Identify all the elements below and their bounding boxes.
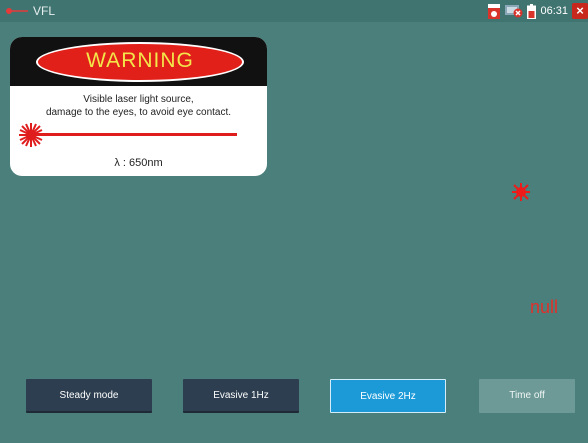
close-icon[interactable]: ×	[572, 3, 588, 19]
steady-mode-button[interactable]: Steady mode	[26, 379, 152, 413]
laser-burst-icon	[19, 123, 43, 147]
warning-line-2: damage to the eyes, to avoid eye contact…	[45, 107, 232, 118]
laser-pen-icon	[6, 8, 28, 14]
evasive-2hz-button[interactable]: Evasive 2Hz	[330, 379, 446, 413]
clock: 06:31	[540, 5, 568, 17]
warning-message: Visible laser light source, damage to th…	[10, 93, 267, 119]
wavelength-label: λ : 650nm	[114, 157, 163, 169]
time-off-button[interactable]: Time off	[479, 379, 575, 413]
evasive-1hz-button[interactable]: Evasive 1Hz	[183, 379, 299, 413]
vfl-screen: VFL 06:31 × WARNING Visible laser light …	[0, 0, 588, 443]
laser-warning-card: WARNING Visible laser light source, dama…	[10, 37, 267, 176]
network-error-icon	[505, 5, 523, 18]
app-title: VFL	[33, 4, 56, 18]
warning-line-1: Visible laser light source,	[83, 94, 194, 105]
laser-beam-line	[32, 133, 237, 136]
battery-icon	[527, 3, 537, 19]
warning-title: WARNING	[86, 49, 194, 72]
battery-alert-icon	[488, 3, 501, 19]
laser-status-text: null	[530, 297, 559, 317]
system-tray: 06:31 ×	[487, 3, 588, 19]
warning-header: WARNING	[10, 37, 267, 86]
laser-burst-icon	[512, 183, 530, 201]
status-bar: VFL 06:31 ×	[0, 0, 588, 22]
